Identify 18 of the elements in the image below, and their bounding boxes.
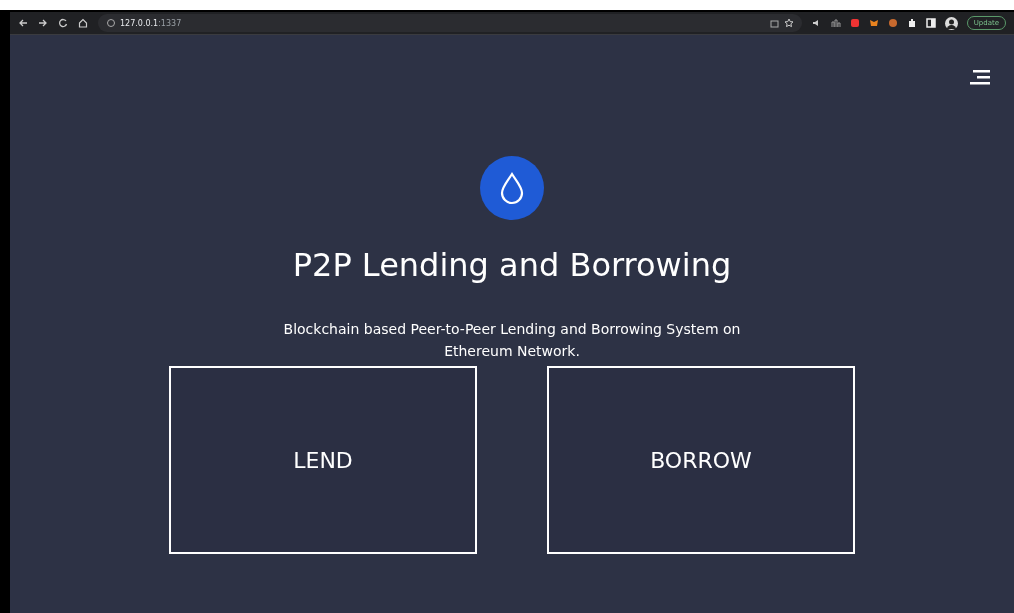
- extension-icon[interactable]: [849, 18, 860, 28]
- reload-icon[interactable]: [58, 18, 68, 28]
- action-card[interactable]: BORROW: [547, 366, 855, 554]
- page-title: P2P Lending and Borrowing: [292, 246, 732, 284]
- sidebar-icon[interactable]: [925, 18, 936, 28]
- action-card[interactable]: LEND: [169, 366, 477, 554]
- address-bar[interactable]: 127.0.0.1:1337: [98, 14, 802, 32]
- back-icon[interactable]: [18, 18, 28, 28]
- cookie-icon[interactable]: [887, 18, 898, 28]
- page-subtitle: Blockchain based Peer-to-Peer Lending and Borrowing System on Ethereum Network.: [282, 320, 742, 361]
- home-icon[interactable]: [78, 18, 88, 28]
- forward-icon[interactable]: [38, 18, 48, 28]
- puzzle-icon[interactable]: [906, 18, 917, 28]
- info-icon: [106, 18, 116, 28]
- avatar-icon[interactable]: [944, 16, 958, 30]
- star-icon[interactable]: [783, 18, 794, 28]
- menu-icon[interactable]: [970, 69, 990, 85]
- url-text: 127.0.0.1:1337: [120, 18, 182, 28]
